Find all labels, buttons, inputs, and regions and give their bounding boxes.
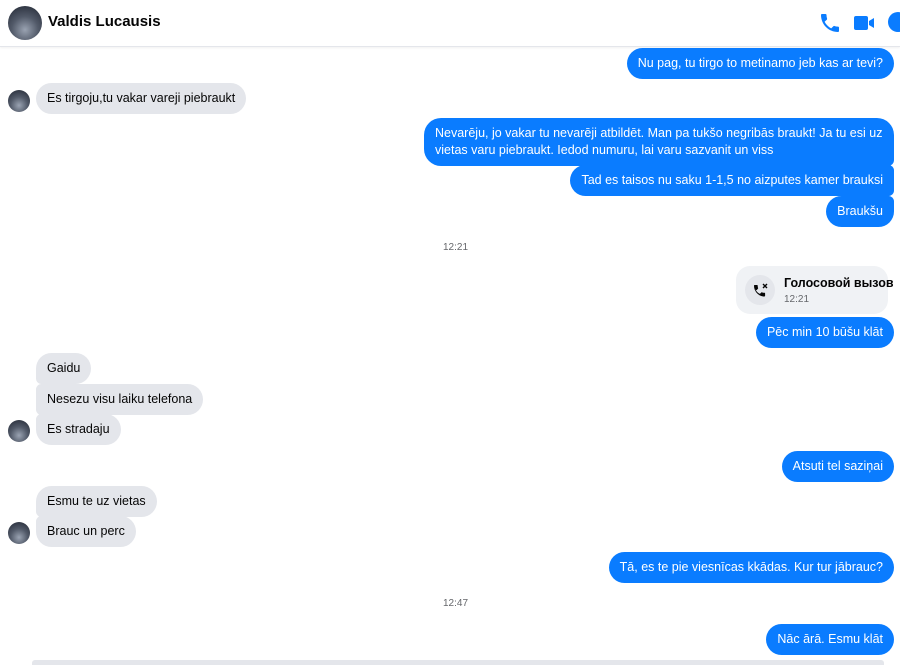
timestamp: 12:47 bbox=[443, 598, 469, 609]
outgoing-message[interactable]: Tā, es te pie viesnīcas kkādas. Kur tur … bbox=[608, 552, 894, 583]
incoming-message[interactable]: Gaidu bbox=[36, 353, 92, 384]
outgoing-message[interactable]: Pēc min 10 būšu klāt bbox=[755, 317, 894, 348]
info-icon[interactable] bbox=[888, 12, 900, 32]
timestamp: 12:21 bbox=[443, 242, 469, 253]
call-title: Голосовой вызов bbox=[784, 276, 894, 290]
contact-avatar bbox=[8, 90, 30, 112]
incoming-message[interactable]: Brauc un perc bbox=[36, 516, 136, 547]
composer-edge bbox=[32, 660, 884, 665]
voice-call-card[interactable]: Голосовой вызов 12:21 bbox=[736, 266, 894, 314]
missed-call-icon bbox=[745, 275, 775, 305]
incoming-message[interactable]: Esmu te uz vietas bbox=[36, 486, 157, 517]
conversation-header: Valdis Lucausis bbox=[0, 0, 900, 47]
video-camera-icon[interactable] bbox=[852, 11, 876, 35]
call-time: 12:21 bbox=[784, 294, 810, 305]
outgoing-message[interactable]: Nu pag, tu tirgo to metinamo jeb kas ar … bbox=[626, 48, 894, 79]
incoming-message[interactable]: Es tirgoju,tu vakar vareji piebraukt bbox=[36, 83, 247, 114]
outgoing-message[interactable]: Nāc ārā. Esmu klāt bbox=[766, 624, 894, 655]
incoming-message[interactable]: Nesezu visu laiku telefona bbox=[36, 384, 204, 415]
contact-avatar bbox=[8, 522, 30, 544]
outgoing-message[interactable]: Atsuti tel saziņai bbox=[781, 451, 894, 482]
incoming-message[interactable]: Es stradaju bbox=[36, 414, 121, 445]
outgoing-message[interactable]: Tad es taisos nu saku 1-1,5 no aizputes … bbox=[570, 165, 894, 196]
contact-avatar bbox=[8, 420, 30, 442]
contact-avatar[interactable] bbox=[8, 6, 42, 40]
outgoing-message[interactable]: Nevarēju, jo vakar tu nevarēji atbildēt.… bbox=[424, 118, 894, 166]
contact-name[interactable]: Valdis Lucausis bbox=[48, 13, 161, 30]
outgoing-message[interactable]: Braukšu bbox=[826, 196, 894, 227]
phone-icon[interactable] bbox=[818, 11, 842, 35]
